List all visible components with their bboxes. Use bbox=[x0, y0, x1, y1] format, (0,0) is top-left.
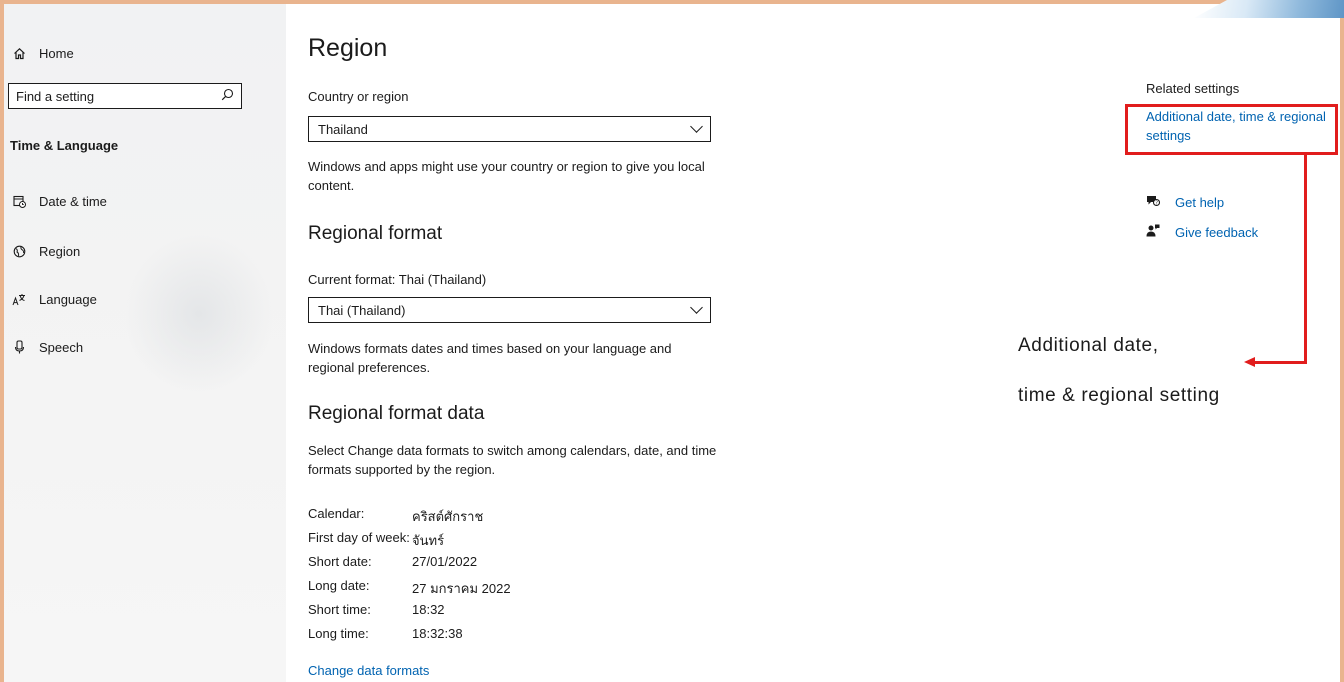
sidebar-item-speech[interactable]: Speech bbox=[10, 336, 83, 358]
sidebar-backdrop bbox=[124, 234, 274, 394]
regional-format-select[interactable]: Thai (Thailand) bbox=[308, 297, 711, 323]
format-data-row: Short date: 27/01/2022 bbox=[308, 554, 477, 569]
country-select-value: Thailand bbox=[318, 121, 368, 137]
format-data-value: 18:32 bbox=[412, 602, 445, 617]
sidebar-item-label: Speech bbox=[39, 339, 84, 355]
microphone-icon bbox=[10, 340, 28, 354]
format-data-value: 27 มกราคม 2022 bbox=[412, 581, 511, 596]
search-placeholder: Find a setting bbox=[16, 88, 95, 104]
page-title: Region bbox=[308, 34, 388, 62]
related-settings-title: Related settings bbox=[1146, 81, 1240, 96]
format-data-heading: Regional format data bbox=[308, 403, 485, 424]
format-data-row: Long time: 18:32:38 bbox=[308, 626, 463, 641]
country-description: Windows and apps might use your country … bbox=[308, 159, 705, 193]
country-select[interactable]: Thailand bbox=[308, 116, 711, 142]
sidebar-item-label: Language bbox=[39, 291, 97, 307]
calendar-clock-icon bbox=[10, 195, 28, 208]
give-feedback-link[interactable]: Give feedback bbox=[1146, 224, 1258, 240]
regional-format-select-value: Thai (Thailand) bbox=[318, 302, 406, 318]
format-data-row: First day of week: จันทร์ bbox=[308, 530, 444, 551]
sidebar-item-label: Region bbox=[39, 243, 81, 259]
sidebar-item-label: Home bbox=[39, 45, 74, 61]
change-data-formats-link[interactable]: Change data formats bbox=[308, 663, 429, 678]
regional-format-heading: Regional format bbox=[308, 223, 443, 244]
give-feedback-label: Give feedback bbox=[1175, 224, 1259, 240]
format-data-row: Long date: 27 มกราคม 2022 bbox=[308, 578, 511, 599]
annotation-arrow-line bbox=[1304, 155, 1307, 364]
annotation-text: Additional date, bbox=[1018, 335, 1159, 356]
svg-text:?: ? bbox=[1155, 200, 1158, 206]
annotation-arrow-head bbox=[1244, 357, 1255, 367]
current-format-label: Current format: Thai (Thailand) bbox=[308, 272, 487, 287]
sidebar-item-date-time[interactable]: Date & time bbox=[10, 190, 107, 212]
get-help-label: Get help bbox=[1175, 194, 1225, 210]
format-data-value: 18:32:38 bbox=[412, 626, 463, 641]
sidebar-item-language[interactable]: Language bbox=[10, 288, 97, 310]
sidebar: Home Find a setting Time & Language Date… bbox=[4, 4, 286, 682]
format-data-row: Short time: 18:32 bbox=[308, 602, 445, 617]
sidebar-item-region[interactable]: Region bbox=[10, 240, 80, 262]
feedback-icon bbox=[1146, 224, 1162, 240]
annotation-arrow-line bbox=[1254, 361, 1307, 364]
format-data-value: คริสต์ศักราช bbox=[412, 509, 484, 524]
chevron-down-icon bbox=[690, 120, 703, 133]
format-data-row: Calendar: คริสต์ศักราช bbox=[308, 506, 483, 527]
globe-icon bbox=[10, 245, 28, 258]
country-label: Country or region bbox=[308, 89, 409, 104]
annotation-text: time & regional setting bbox=[1018, 385, 1220, 406]
format-data-key: First day of week: bbox=[308, 530, 410, 545]
format-data-key: Long time: bbox=[308, 626, 369, 641]
format-data-key: Long date: bbox=[308, 578, 370, 593]
format-data-description: Select Change data formats to switch amo… bbox=[308, 443, 717, 477]
help-chat-icon: ? bbox=[1146, 194, 1162, 210]
get-help-link[interactable]: ? Get help bbox=[1146, 194, 1224, 210]
regional-format-description: Windows formats dates and times based on… bbox=[308, 341, 672, 375]
format-data-value: 27/01/2022 bbox=[412, 554, 478, 569]
format-data-key: Short date: bbox=[308, 554, 372, 569]
format-data-value: จันทร์ bbox=[412, 533, 445, 548]
additional-settings-link[interactable]: Additional date, time & regional setting… bbox=[1146, 107, 1336, 145]
search-icon[interactable] bbox=[221, 88, 234, 104]
format-data-key: Calendar: bbox=[308, 506, 365, 521]
chevron-down-icon bbox=[690, 301, 703, 314]
search-input[interactable]: Find a setting bbox=[8, 83, 242, 109]
language-icon bbox=[10, 293, 28, 306]
section-title: Time & Language bbox=[10, 138, 119, 153]
format-data-key: Short time: bbox=[308, 602, 371, 617]
home-icon bbox=[10, 47, 28, 60]
sidebar-item-label: Date & time bbox=[39, 193, 107, 209]
sidebar-item-home[interactable]: Home bbox=[10, 42, 74, 64]
